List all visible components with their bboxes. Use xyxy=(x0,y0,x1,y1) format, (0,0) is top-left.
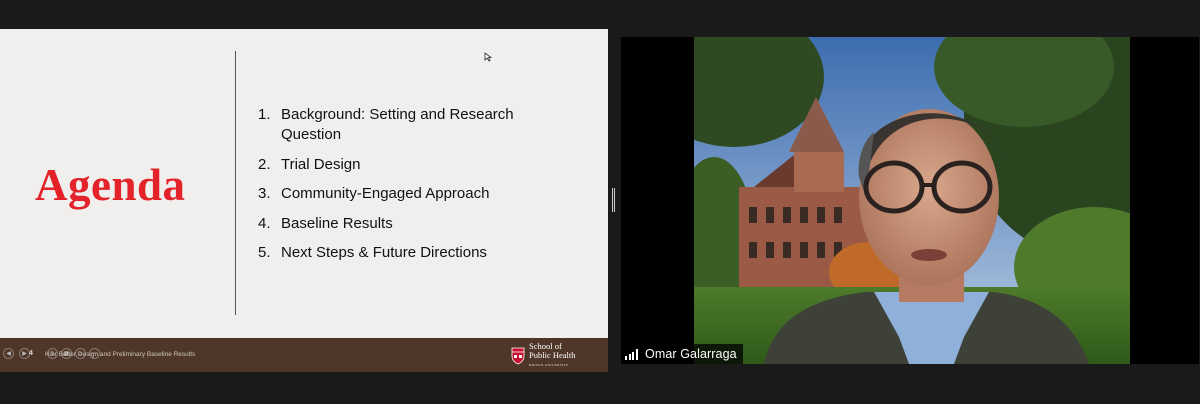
agenda-item-number: 4. xyxy=(258,214,271,232)
logo-subtitle: BROWN UNIVERSITY xyxy=(529,363,569,367)
agenda-item-text: Baseline Results xyxy=(281,214,393,232)
agenda-item-text: Trial Design xyxy=(281,155,361,173)
shared-slide: Agenda 1. Background: Setting and Researc… xyxy=(0,29,608,372)
university-shield-icon xyxy=(511,347,525,365)
previous-slide-icon[interactable]: ◀ xyxy=(3,348,14,359)
agenda-item-text: Community-Engaged Approach xyxy=(281,185,490,202)
agenda-item: 3. Community-Engaged Approach xyxy=(258,184,558,204)
meeting-stage: Agenda 1. Background: Setting and Researc… xyxy=(0,0,1200,404)
footer-caption: Hair Better Design and Preliminary Basel… xyxy=(45,351,196,358)
participant-video-tile[interactable]: Omar Galarraga xyxy=(621,37,1199,364)
agenda-item-number: 3. xyxy=(258,185,271,202)
slide-title: Agenda xyxy=(35,160,186,210)
agenda-item: 2. Trial Design xyxy=(258,155,558,175)
agenda-item-text: Background: Setting and Research Questio… xyxy=(281,106,514,143)
agenda-item-text: Next Steps & Future Directions xyxy=(281,244,487,261)
view-splitter-handle[interactable] xyxy=(612,188,615,212)
mouse-cursor-icon xyxy=(484,52,492,62)
school-logo: School of Public Health BROWN UNIVERSITY xyxy=(511,342,576,370)
participant-name: Omar Galarraga xyxy=(645,347,737,361)
agenda-item: 5. Next Steps & Future Directions xyxy=(258,243,558,263)
agenda-item-number: 1. xyxy=(258,106,271,123)
logo-line-2: Public Health xyxy=(529,350,576,360)
agenda-item-number: 2. xyxy=(258,155,271,173)
agenda-item: 4. Baseline Results xyxy=(258,214,558,234)
agenda-item-number: 5. xyxy=(258,244,271,261)
agenda-list: 1. Background: Setting and Research Quest… xyxy=(258,105,558,273)
slide-divider xyxy=(235,51,236,315)
agenda-item: 1. Background: Setting and Research Quest… xyxy=(258,105,558,145)
speaker-video-feed xyxy=(694,37,1130,364)
slide-number: 4 xyxy=(29,350,33,357)
slide-footer: ◀ ▶ ✎ ▦ ⌕ ⋯ 4 Hair Better Design and Pre… xyxy=(0,338,608,372)
participant-name-tag: Omar Galarraga xyxy=(621,344,743,364)
connection-signal-icon xyxy=(625,348,640,360)
